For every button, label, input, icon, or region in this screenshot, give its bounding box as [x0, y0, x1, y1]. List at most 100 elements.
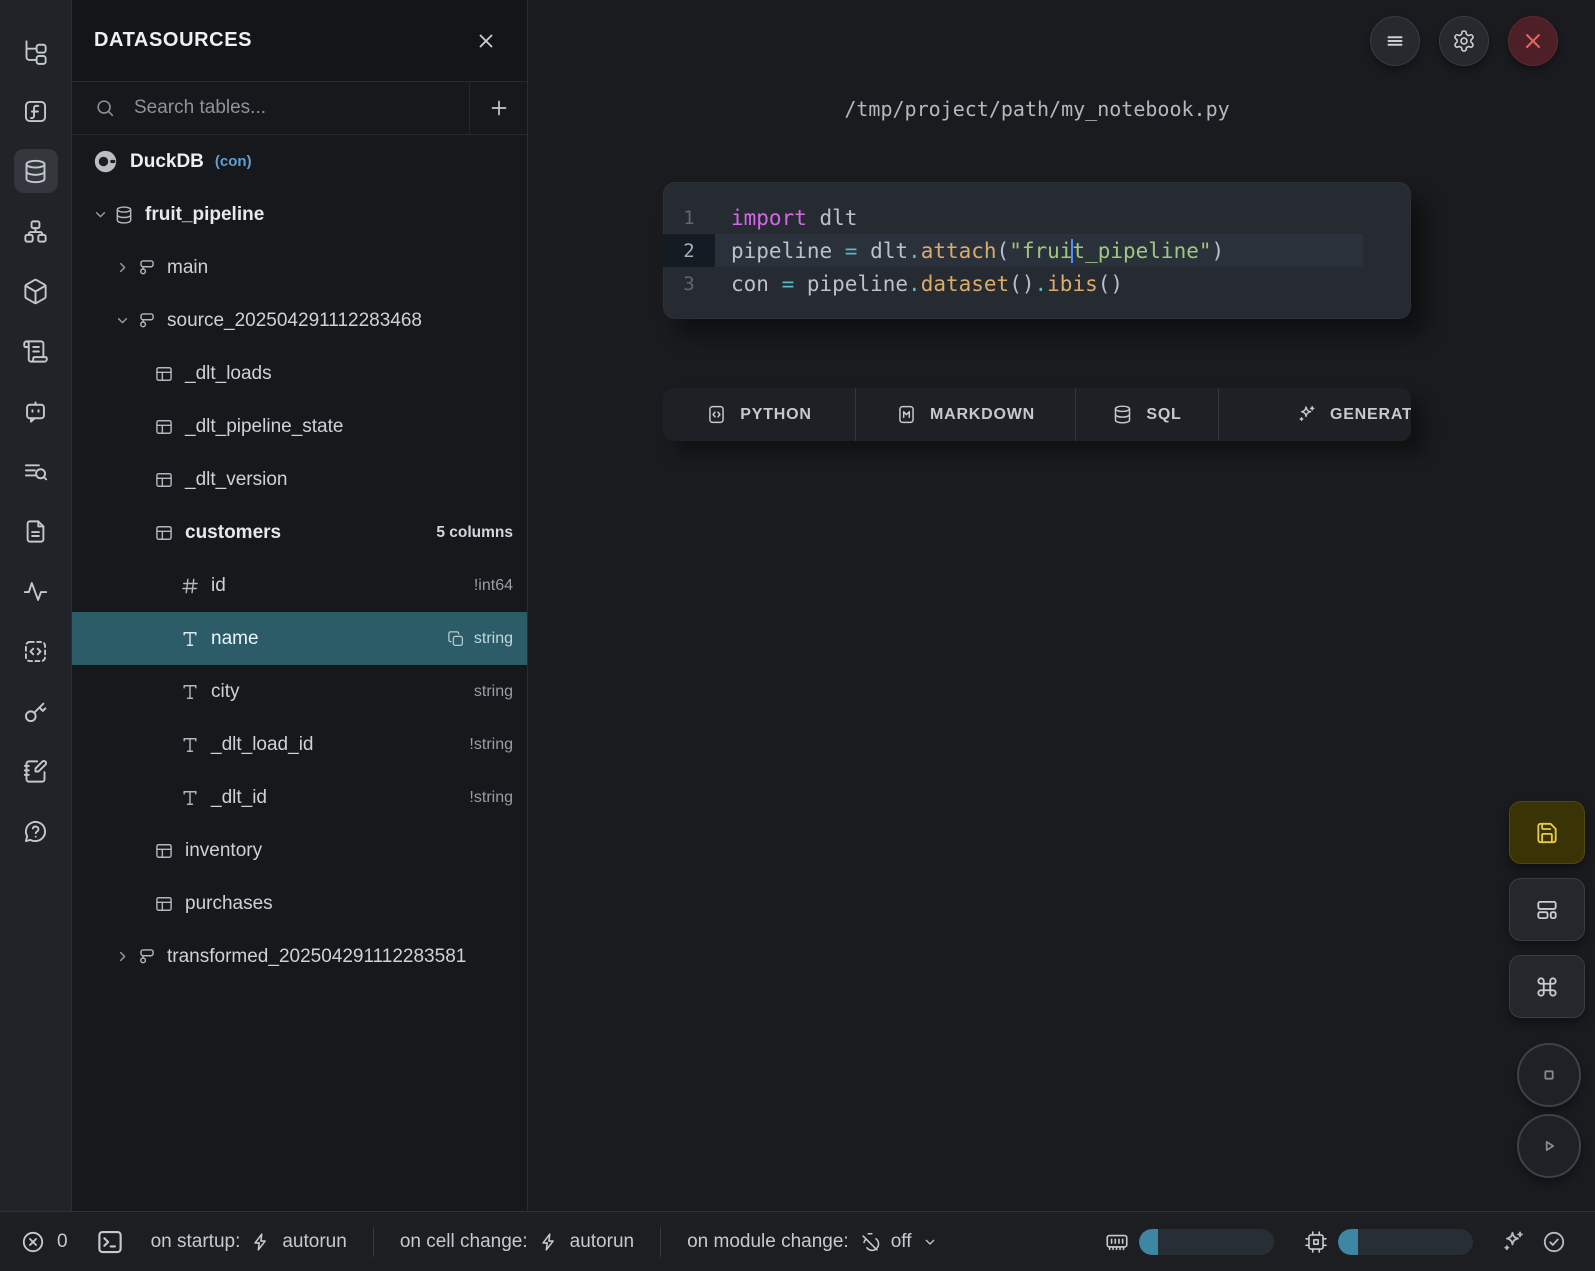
connection-row[interactable]: DuckDB (con): [72, 135, 527, 188]
terminal-button[interactable]: [95, 1227, 125, 1257]
tree-label: _dlt_version: [185, 469, 287, 491]
tree-label: main: [167, 257, 208, 279]
duckdb-logo-icon: [92, 148, 119, 175]
rail-item-functions[interactable]: [14, 89, 58, 133]
setting-label: on cell change:: [400, 1231, 528, 1253]
chevron-right-icon: [114, 948, 131, 965]
add-datasource-button[interactable]: [470, 82, 527, 134]
code-token: (): [1098, 272, 1123, 296]
add-cell-python-button[interactable]: PYTHON: [663, 388, 855, 441]
connection-name: DuckDB: [130, 151, 204, 173]
tree-row-_dlt_id[interactable]: _dlt_id!string: [72, 771, 527, 824]
tree-row-id[interactable]: id!int64: [72, 559, 527, 612]
tree-row-inventory[interactable]: inventory: [72, 824, 527, 877]
settings-button[interactable]: [1439, 16, 1489, 66]
sparkles-icon[interactable]: [1500, 1229, 1526, 1255]
tree-meta: !string: [469, 736, 513, 754]
code-line-3[interactable]: 3con = pipeline.dataset().ibis(): [663, 267, 1363, 300]
layout-button[interactable]: [1509, 878, 1585, 941]
close-app-button[interactable]: [1508, 16, 1558, 66]
action-label: SQL: [1146, 406, 1181, 424]
tree-row-_dlt_version[interactable]: _dlt_version: [72, 453, 527, 506]
run-controls: [1517, 1043, 1581, 1178]
tree-label: inventory: [185, 840, 262, 862]
code-token: ): [1212, 239, 1225, 263]
tree-label: _dlt_pipeline_state: [185, 416, 343, 438]
rail-item-tracing[interactable]: [14, 569, 58, 613]
add-cell-sql-button[interactable]: SQL: [1075, 388, 1218, 441]
table-icon: [154, 417, 174, 437]
square-function-icon: [22, 98, 49, 125]
setting-label: on module change:: [687, 1231, 849, 1253]
code-token: .: [908, 239, 921, 263]
rail-item-find[interactable]: [14, 449, 58, 493]
setting-on-startup[interactable]: on startup:autorun: [151, 1231, 347, 1253]
rail-item-file-tree[interactable]: [14, 29, 58, 73]
tree-label: fruit_pipeline: [145, 204, 264, 226]
tree-row-transformed_202504291112283581[interactable]: transformed_202504291112283581: [72, 930, 527, 983]
code-token: (): [1009, 272, 1034, 296]
rail-item-documentation[interactable]: [14, 509, 58, 553]
tree-label: _dlt_load_id: [211, 734, 313, 756]
setting-on-module-change[interactable]: on module change:off: [687, 1231, 937, 1253]
rail-item-snippets[interactable]: [14, 629, 58, 673]
datasources-panel: DATASOURCES DuckDB (con) fruit_pipelinem…: [71, 0, 528, 1211]
cpu-usage: [1303, 1229, 1473, 1255]
rail-item-dependencies[interactable]: [14, 209, 58, 253]
add-cell-markdown-button[interactable]: MARKDOWN: [855, 388, 1075, 441]
code-line-1[interactable]: 1import dlt: [663, 201, 1363, 234]
menu-button[interactable]: [1370, 16, 1420, 66]
search-input[interactable]: [132, 96, 469, 120]
type-icon: [180, 735, 200, 755]
divider: [373, 1227, 374, 1257]
circle-check-icon[interactable]: [1541, 1229, 1567, 1255]
keyboard-shortcuts-button[interactable]: [1509, 955, 1585, 1018]
code-line-2[interactable]: 2pipeline = dlt.attach("fruit_pipeline"): [663, 234, 1363, 267]
panel-close-button[interactable]: [475, 30, 497, 52]
tree-row-city[interactable]: citystring: [72, 665, 527, 718]
rail-item-help[interactable]: [14, 809, 58, 853]
rail-item-logs[interactable]: [14, 329, 58, 373]
sitemap-icon: [22, 218, 49, 245]
stop-button[interactable]: [1517, 1043, 1581, 1107]
add-cell-generate-wit-button[interactable]: GENERATE WIT: [1218, 388, 1411, 441]
line-number: 2: [663, 234, 715, 267]
tree-label: name: [211, 628, 259, 650]
tree-row-purchases[interactable]: purchases: [72, 877, 527, 930]
code-token: ibis: [1047, 272, 1098, 296]
tree-meta: !int64: [474, 577, 513, 595]
file-text-icon: [22, 518, 49, 545]
tree-row-_dlt_loads[interactable]: _dlt_loads: [72, 347, 527, 400]
rail-item-packages[interactable]: [14, 269, 58, 313]
rail-item-scratchpad[interactable]: [14, 749, 58, 793]
schema-icon: [136, 947, 156, 967]
setting-value: autorun: [282, 1231, 346, 1253]
setting-on-cell-change[interactable]: on cell change:autorun: [400, 1231, 634, 1253]
tree-row-source_202504291112283468[interactable]: source_202504291112283468: [72, 294, 527, 347]
tree-row-_dlt_load_id[interactable]: _dlt_load_id !string: [72, 718, 527, 771]
zap-icon: [250, 1231, 272, 1253]
run-button[interactable]: [1517, 1114, 1581, 1178]
rail-item-chat[interactable]: [14, 389, 58, 433]
tree-icon: [22, 38, 49, 65]
tree-row-fruit_pipeline[interactable]: fruit_pipeline: [72, 188, 527, 241]
square-code-dashed-icon: [22, 638, 49, 665]
code-token: con: [731, 272, 782, 296]
rail-item-secrets[interactable]: [14, 689, 58, 733]
tree-row-customers[interactable]: customers5 columns: [72, 506, 527, 559]
save-button[interactable]: [1509, 801, 1585, 864]
tree-row-main[interactable]: main: [72, 241, 527, 294]
tree-label: _dlt_id: [211, 787, 267, 809]
add-cell-actions: PYTHONMARKDOWN SQL GENERATE WIT: [663, 388, 1411, 441]
tree-row-name[interactable]: namestring: [72, 612, 527, 665]
scroll-text-icon: [22, 338, 49, 365]
timer-off-icon: [859, 1231, 881, 1253]
error-indicator[interactable]: 0: [20, 1229, 68, 1255]
rail-item-datasources[interactable]: [14, 149, 58, 193]
error-count: 0: [57, 1231, 68, 1253]
database-icon: [22, 158, 49, 185]
key-icon: [22, 698, 49, 725]
code-cell[interactable]: 1import dlt2pipeline = dlt.attach("fruit…: [663, 182, 1411, 319]
chevron-down-icon: [114, 312, 131, 329]
tree-row-_dlt_pipeline_state[interactable]: _dlt_pipeline_state: [72, 400, 527, 453]
